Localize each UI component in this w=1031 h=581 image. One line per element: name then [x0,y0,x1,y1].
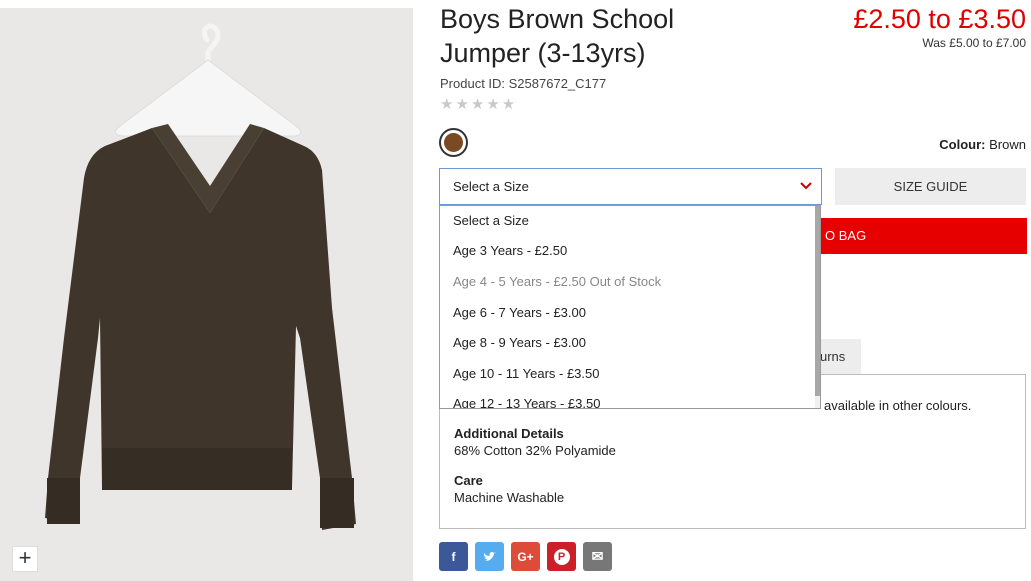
size-option[interactable]: Select a Size [440,206,816,236]
size-guide-button[interactable]: SIZE GUIDE [835,168,1026,205]
twitter-icon [483,551,496,561]
price-range: £2.50 to £3.50 [853,4,1026,34]
dropdown-scrollbar-thumb[interactable] [815,206,820,396]
jumper-photo [45,23,356,530]
email-icon: ✉ [591,548,604,564]
additional-details-value: 68% Cotton 32% Polyamide [454,443,616,458]
facebook-icon: f [451,549,456,564]
care-value: Machine Washable [454,490,565,505]
tab-returns-label: urns [820,349,846,364]
size-dropdown-list[interactable]: Select a Size Age 3 Years - £2.50 Age 4 … [439,205,821,409]
product-title: Boys Brown School Jumper (3-13yrs) [440,4,675,68]
share-googleplus-button[interactable]: G+ [511,542,540,571]
size-select-value: Select a Size [453,179,529,194]
product-image[interactable]: + [0,8,413,581]
size-option[interactable]: Age 10 - 11 Years - £3.50 [440,359,816,389]
colour-label: Colour: Brown [939,137,1026,152]
chevron-down-icon [800,182,812,190]
colour-label-key: Colour: [939,137,986,152]
size-select[interactable]: Select a Size [439,168,822,205]
product-id: Product ID: S2587672_C177 [440,76,607,91]
share-facebook-button[interactable]: f [439,542,468,571]
size-option-out-of-stock[interactable]: Age 4 - 5 Years - £2.50 Out of Stock [440,267,816,297]
dropdown-scrollbar[interactable] [815,206,820,408]
share-pinterest-button[interactable]: P [547,542,576,571]
rating-stars[interactable]: ★★★★★ [440,95,517,113]
size-option[interactable]: Age 8 - 9 Years - £3.00 [440,328,816,358]
pinterest-icon: P [553,548,570,565]
size-option[interactable]: Age 3 Years - £2.50 [440,236,816,266]
share-twitter-button[interactable] [475,542,504,571]
colour-label-value: Brown [989,137,1026,152]
zoom-button[interactable]: + [12,546,38,572]
googleplus-icon: G+ [517,549,534,564]
care-heading: Care [454,473,483,488]
swatch-color-dot [444,133,463,152]
description-text: available in other colours. [824,398,972,413]
additional-details-heading: Additional Details [454,426,564,441]
colour-swatch-brown[interactable] [439,128,468,157]
size-option[interactable]: Age 6 - 7 Years - £3.00 [440,298,816,328]
add-to-bag-label: O BAG [825,228,867,243]
was-price: Was £5.00 to £7.00 [922,36,1026,50]
share-email-button[interactable]: ✉ [583,542,612,571]
size-option[interactable]: Age 12 - 13 Years - £3.50 [440,389,816,408]
